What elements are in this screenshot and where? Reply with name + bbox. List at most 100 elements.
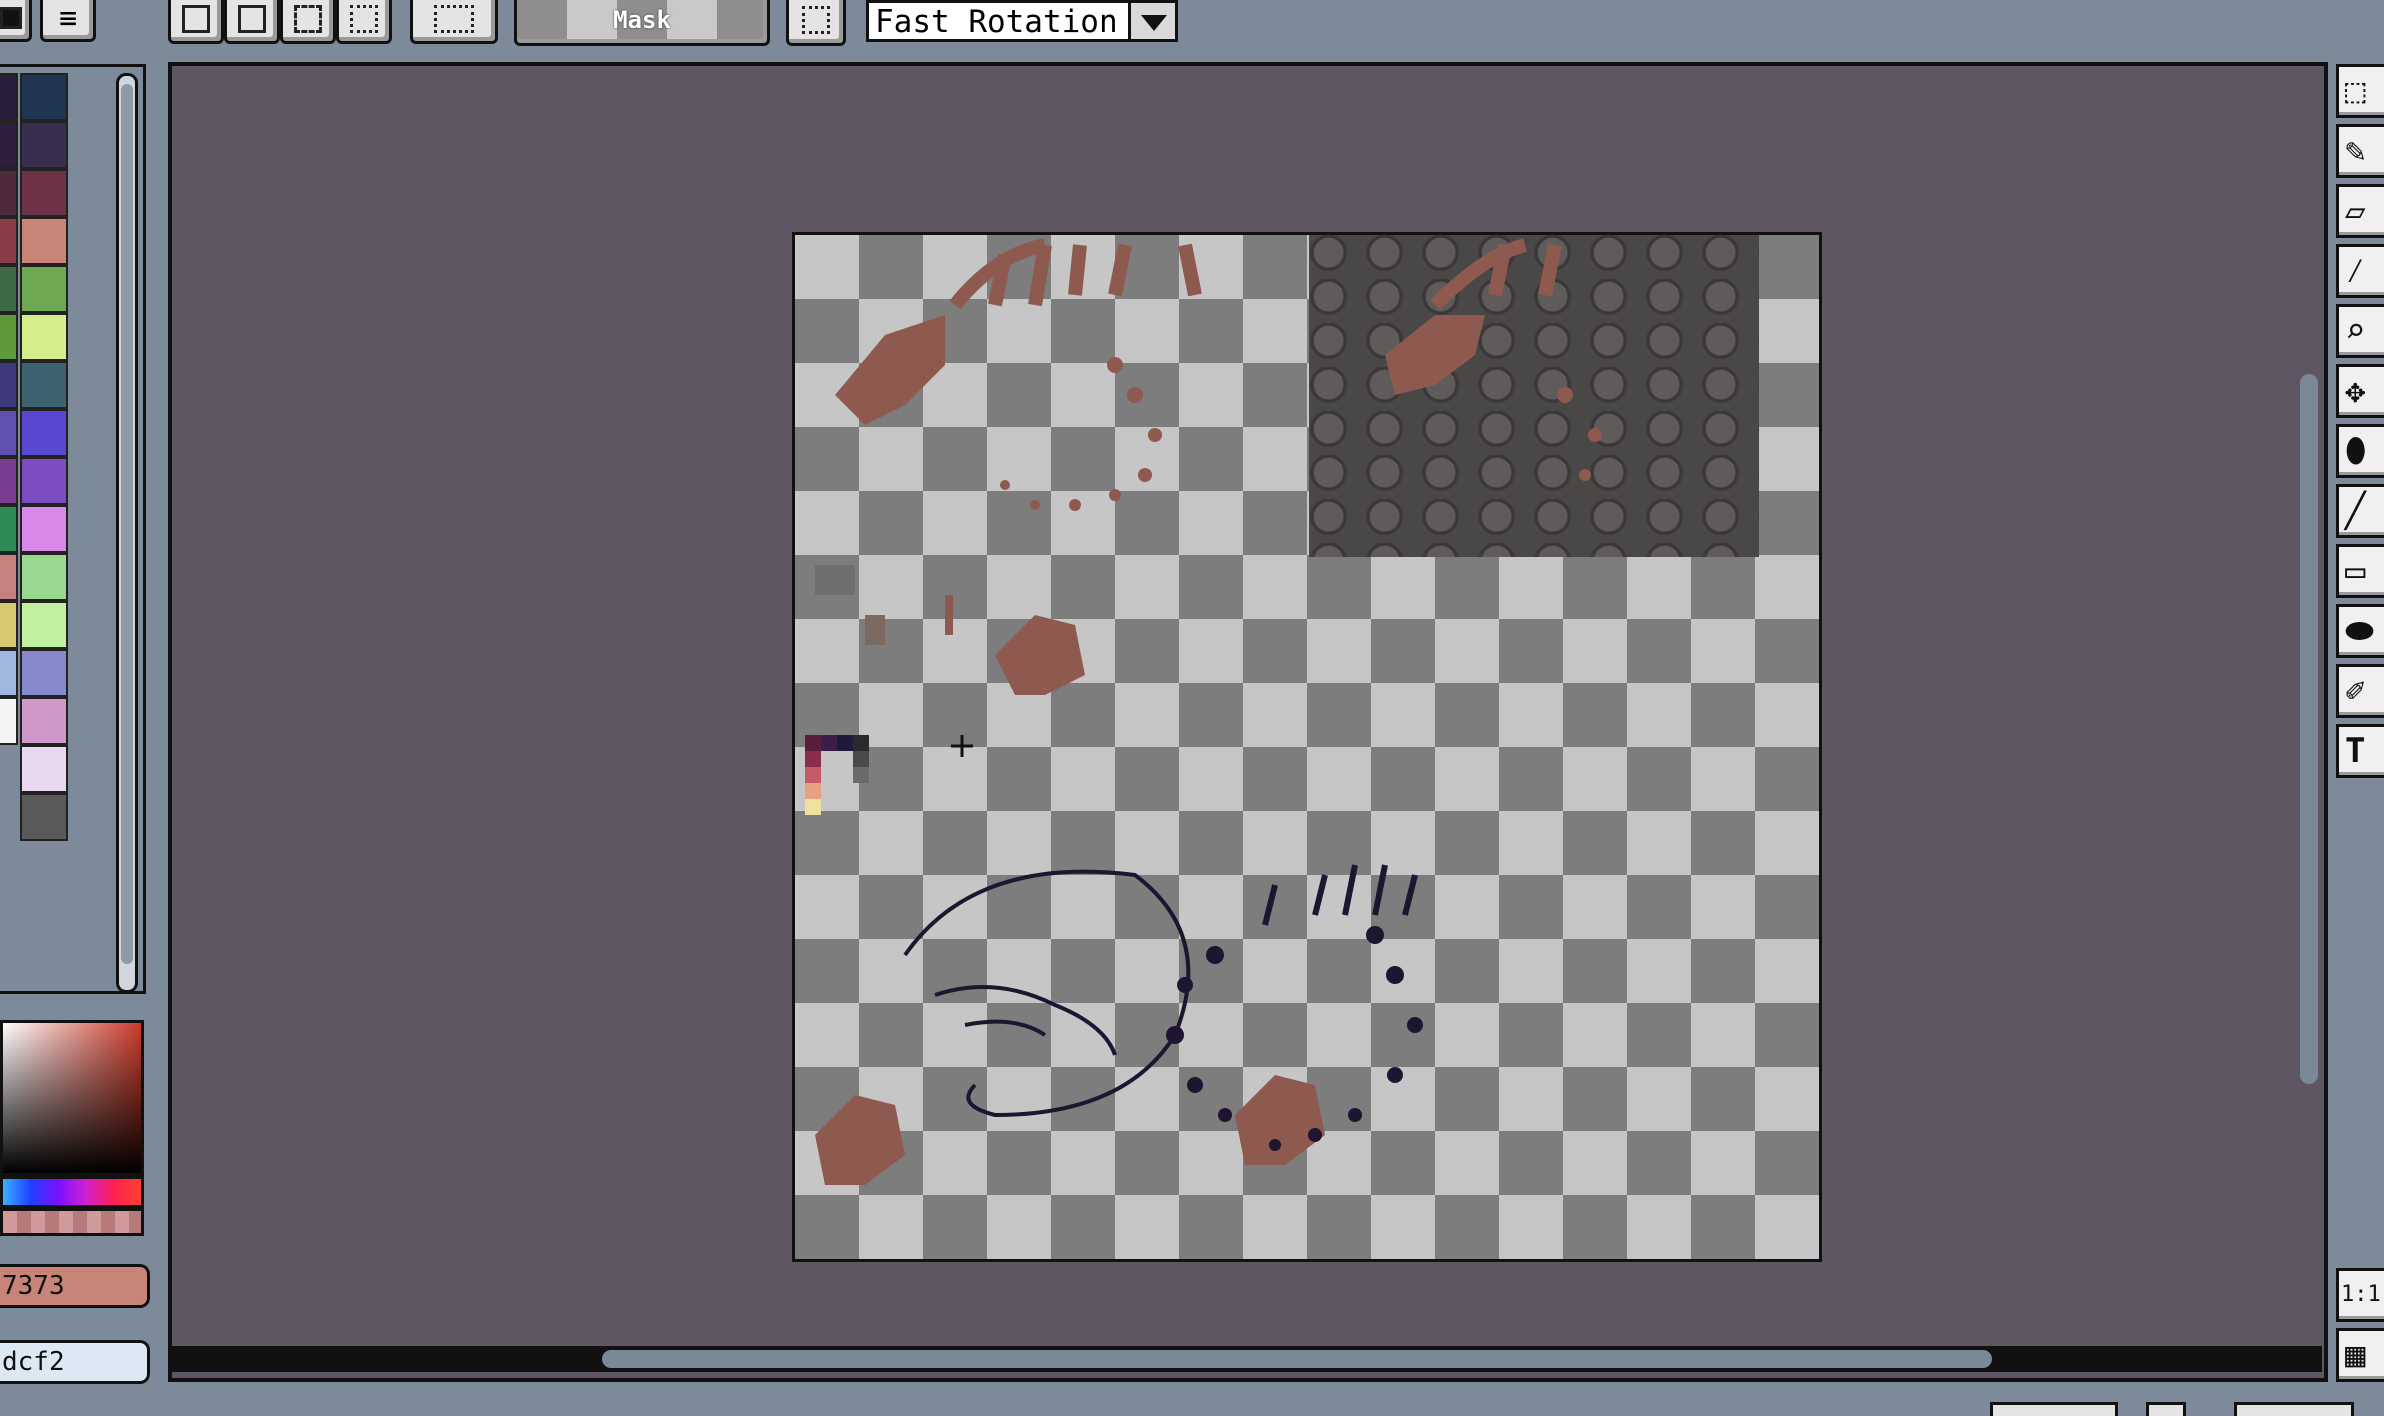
palette-scrollbar[interactable] (116, 73, 138, 993)
palette-swatch[interactable] (20, 457, 68, 505)
primary-color-hex-field[interactable]: 7373 (0, 1264, 150, 1308)
zoom-tool[interactable]: ⌕ (2336, 304, 2384, 358)
tool-column: ⬚ ✎ ▱ ⁄ ⌕ ✥ ⬮ ╱ ▭ ⬬ ✐ T 1:1 ▦ (2332, 62, 2384, 1392)
zoom-reset-button[interactable]: 1:1 (2336, 1268, 2384, 1322)
ellipse-icon: ⬬ (2345, 611, 2375, 651)
pencil-tool[interactable]: ✎ (2336, 124, 2384, 178)
eraser-tool[interactable]: ▱ (2336, 184, 2384, 238)
text-icon: T (2345, 731, 2366, 771)
mask-button[interactable]: Mask (514, 0, 770, 46)
layers-button[interactable]: ▦ (2336, 1328, 2384, 1382)
palette-swatch[interactable] (20, 745, 68, 793)
palette-swatch[interactable] (0, 553, 18, 601)
palette-swatch[interactable] (0, 505, 18, 553)
editor-viewport[interactable] (168, 62, 2328, 1382)
palette-swatch[interactable] (0, 697, 18, 745)
square-icon (0, 7, 22, 29)
color-ramp-group (805, 735, 869, 815)
horizontal-scroll-thumb[interactable] (602, 1350, 1992, 1368)
palette-swatch[interactable] (0, 121, 18, 169)
rectangle-tool[interactable]: ▭ (2336, 544, 2384, 598)
gray-sprite-group (815, 565, 953, 645)
horizontal-scrollbar[interactable] (172, 1346, 2322, 1372)
brush-tool[interactable]: ✐ (2336, 664, 2384, 718)
palette-swatch[interactable] (20, 505, 68, 553)
vertical-scroll-thumb[interactable] (2300, 374, 2318, 1084)
palette-swatch[interactable] (0, 265, 18, 313)
palette-swatch[interactable] (0, 361, 18, 409)
palette-swatch[interactable] (0, 457, 18, 505)
secondary-color-hex-value: dcf2 (2, 1347, 65, 1377)
select-mode-add-button[interactable] (224, 0, 280, 44)
replace-selection-icon (182, 5, 210, 33)
select-mode-intersect-button[interactable] (336, 0, 392, 44)
palette-swatch[interactable] (20, 169, 68, 217)
palette-swatch[interactable] (20, 313, 68, 361)
pivot-button[interactable] (786, 0, 846, 46)
move-icon: ✥ (2345, 371, 2366, 411)
palette-swatch[interactable] (0, 649, 18, 697)
color-saturation-picker[interactable] (0, 1020, 144, 1176)
pencil-icon: ✎ (2345, 131, 2366, 171)
fossil-ribs-group (949, 238, 1562, 310)
fossil-vertebrae-group (1000, 357, 1602, 511)
fossil-skull-group (815, 315, 1485, 1185)
marquee-tool[interactable]: ⬚ (2336, 64, 2384, 118)
palette-swatch[interactable] (0, 313, 18, 361)
rotation-algorithm-value: Fast Rotation (875, 4, 1118, 40)
menu-icon: ≡ (58, 0, 78, 36)
magic-select-icon (434, 5, 474, 33)
palette-swatch[interactable] (20, 697, 68, 745)
palette-swatch[interactable] (20, 601, 68, 649)
rectangle-icon: ▭ (2345, 551, 2366, 591)
line-icon: ╱ (2345, 491, 2366, 531)
palette-scroll-thumb[interactable] (121, 84, 133, 964)
primary-color-hex-value: 7373 (2, 1271, 65, 1301)
sprite-canvas[interactable] (792, 232, 1822, 1262)
menu-button[interactable]: ≡ (40, 0, 96, 42)
select-mode-subtract-button[interactable] (280, 0, 336, 44)
eraser-icon: ▱ (2345, 191, 2366, 231)
palette-swatch[interactable] (0, 73, 18, 121)
zoom-icon: ⌕ (2345, 311, 2366, 351)
ellipse-tool[interactable]: ⬬ (2336, 604, 2384, 658)
palette-swatch[interactable] (20, 793, 68, 841)
palette-swatch[interactable] (20, 73, 68, 121)
dark-ribs-group (1262, 864, 1418, 926)
text-tool[interactable]: T (2336, 724, 2384, 778)
move-tool[interactable]: ✥ (2336, 364, 2384, 418)
crosshair-cursor (951, 735, 973, 757)
secondary-color-hex-field[interactable]: dcf2 (0, 1340, 150, 1384)
sketch-outline-group (903, 869, 1191, 1118)
palette-swatch[interactable] (0, 169, 18, 217)
eyedropper-icon: ⁄ (2345, 251, 2366, 291)
layers-icon: ▦ (2345, 1335, 2366, 1375)
magic-select-button[interactable] (410, 0, 498, 44)
palette-swatch[interactable] (20, 121, 68, 169)
palette-swatch[interactable] (0, 601, 18, 649)
select-mode-replace-button[interactable] (168, 0, 224, 44)
palette-swatch[interactable] (20, 361, 68, 409)
intersect-selection-icon (350, 5, 378, 33)
fill-icon: ⬮ (2345, 431, 2367, 471)
palette-swatch[interactable] (0, 217, 18, 265)
palette-swatch[interactable] (20, 553, 68, 601)
zoom-reset-label: 1:1 (2341, 1282, 2381, 1307)
pivot-grid-icon (802, 6, 830, 34)
add-selection-icon (238, 5, 266, 33)
hue-slider[interactable] (0, 1176, 144, 1208)
fill-tool[interactable]: ⬮ (2336, 424, 2384, 478)
layer-toggle-button[interactable] (0, 0, 32, 42)
line-tool[interactable]: ╱ (2336, 484, 2384, 538)
eyedropper-tool[interactable]: ⁄ (2336, 244, 2384, 298)
mask-label: Mask (613, 6, 671, 34)
rotation-dropdown-button[interactable] (1128, 0, 1178, 42)
palette-swatch[interactable] (20, 409, 68, 457)
palette-panel (0, 64, 146, 994)
palette-swatch[interactable] (0, 409, 18, 457)
sprite-artwork (805, 238, 1602, 1185)
alpha-slider[interactable] (0, 1208, 144, 1236)
palette-swatch[interactable] (20, 265, 68, 313)
palette-swatch[interactable] (20, 649, 68, 697)
palette-swatch[interactable] (20, 217, 68, 265)
